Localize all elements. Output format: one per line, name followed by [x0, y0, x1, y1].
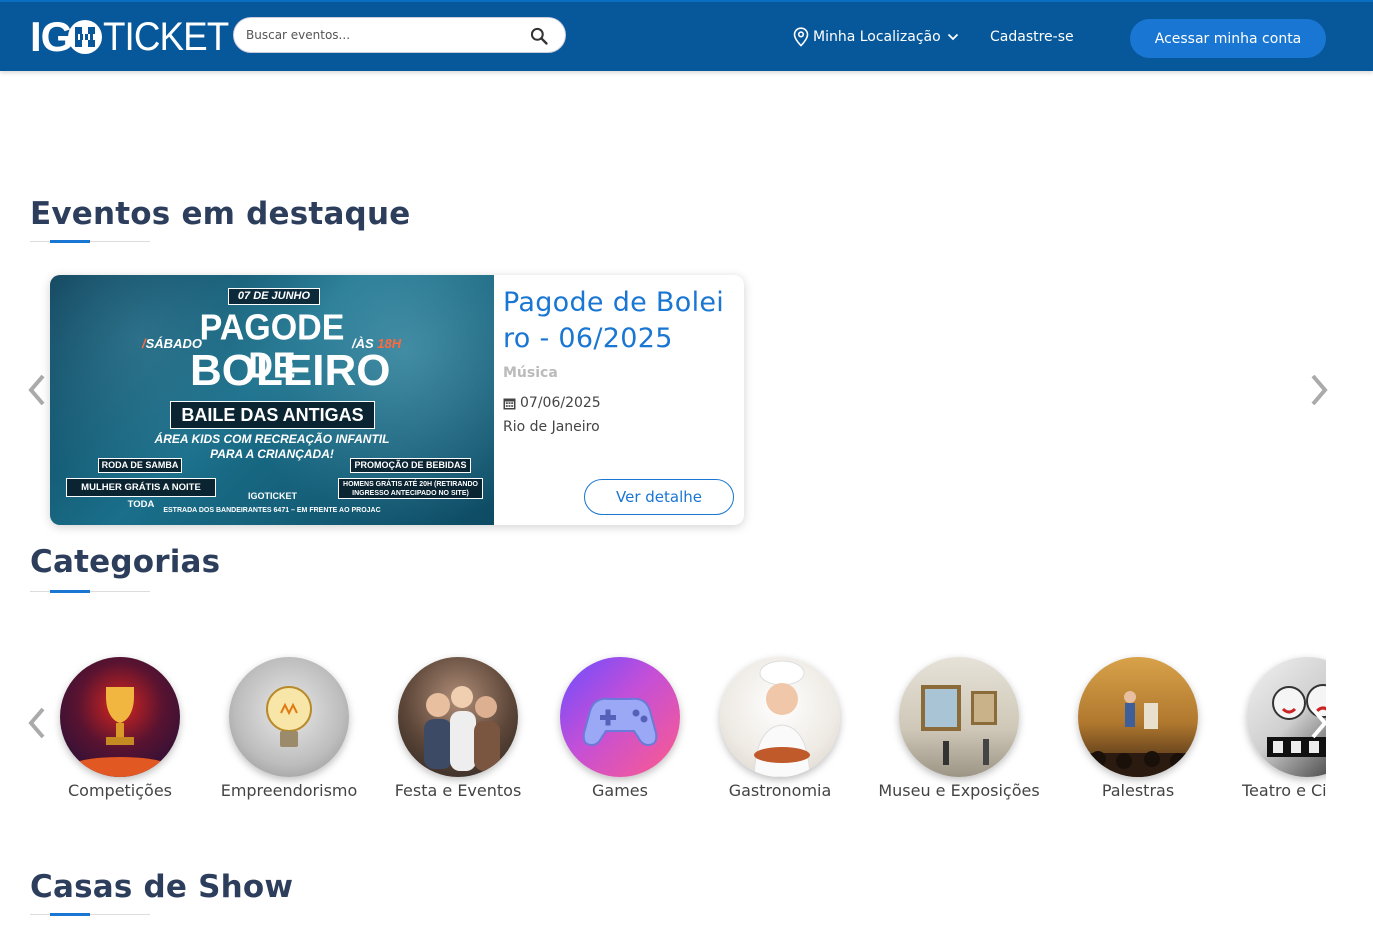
top-navbar: IG TICKET Minha Localização Cadastre-se … [0, 0, 1373, 71]
category-gastronomia[interactable]: Gastronomia [710, 657, 850, 800]
gamepad-icon [582, 697, 658, 747]
category-label: Games [592, 781, 648, 800]
lightbulb-icon [266, 686, 312, 747]
featured-next-arrow-icon[interactable] [1307, 370, 1331, 410]
poster-date: 07 DE JUNHO [228, 288, 320, 305]
category-label: Empreendorismo [220, 781, 358, 800]
event-category: Música [503, 365, 558, 381]
section-underline [30, 913, 150, 916]
category-competicoes[interactable]: Competições [50, 657, 190, 800]
poster-mulher: MULHER GRÁTIS A NOITE TODA [66, 478, 216, 510]
event-poster-image[interactable]: 07 DE JUNHO /SÁBADO /ÀS 18H PAGODE DE BO… [50, 275, 494, 525]
categories-next-arrow-icon[interactable] [1307, 703, 1331, 743]
logo-text-left: IG [30, 13, 73, 60]
login-button[interactable]: Acessar minha conta [1130, 19, 1326, 58]
category-image [1078, 657, 1198, 777]
category-image [60, 657, 180, 777]
featured-event-card[interactable]: 07 DE JUNHO /SÁBADO /ÀS 18H PAGODE DE BO… [50, 275, 744, 525]
section-underline [30, 590, 150, 593]
view-detail-button[interactable]: Ver detalhe [584, 479, 734, 515]
category-label: Museu e Exposições [878, 781, 1040, 800]
trophy-icon [70, 687, 170, 777]
location-label: Minha Localização [813, 29, 941, 45]
event-date-text: 07/06/2025 [520, 395, 601, 411]
category-museu-exposicoes[interactable]: Museu e Exposições [878, 657, 1040, 800]
categories-prev-arrow-icon[interactable] [25, 703, 49, 743]
event-info: Pagode de Boleiro - 06/2025 Música 07/06… [494, 275, 744, 525]
map-pin-icon [793, 27, 809, 47]
speaker-podium-icon [1078, 691, 1198, 777]
category-image [398, 657, 518, 777]
category-festa-eventos[interactable]: Festa e Eventos [387, 657, 529, 800]
signup-link[interactable]: Cadastre-se [990, 29, 1074, 45]
poster-homens: HOMENS GRÁTIS ATÉ 20H (RETIRANDO INGRESS… [338, 478, 483, 499]
qr-logo-icon [68, 20, 103, 54]
featured-prev-arrow-icon[interactable] [25, 370, 49, 410]
category-label: Competições [67, 781, 173, 800]
category-label: Teatro e Cinema [1242, 781, 1326, 800]
category-empreendorismo[interactable]: Empreendorismo [215, 657, 363, 800]
event-city: Rio de Janeiro [503, 419, 600, 435]
category-label: Palestras [1101, 781, 1175, 800]
section-underline [30, 240, 150, 243]
category-carousel: Competições Empreendorismo Festa e Event… [50, 640, 1326, 820]
category-games[interactable]: Games [550, 657, 690, 800]
chef-icon [753, 660, 811, 777]
category-image [560, 657, 680, 777]
category-label: Gastronomia [728, 781, 832, 800]
category-label: Festa e Eventos [394, 781, 522, 800]
search-input[interactable] [246, 26, 516, 44]
shows-section-title: Casas de Show [30, 869, 294, 905]
poster-promo: PROMOÇÃO DE BEBIDAS [350, 458, 471, 473]
poster-address: ESTRADA DOS BANDEIRANTES 6471 – EM FRENT… [163, 507, 381, 514]
search-bar [233, 17, 566, 53]
location-dropdown[interactable]: Minha Localização [793, 27, 963, 47]
logo-text-right: TICKET [103, 15, 229, 59]
category-image [899, 657, 1019, 777]
party-people-icon [424, 686, 500, 771]
categories-section-title: Categorias [30, 544, 221, 580]
search-icon[interactable] [529, 26, 549, 46]
poster-brand: IGOTICKET [248, 491, 297, 501]
category-image [720, 657, 840, 777]
calendar-icon [503, 398, 516, 409]
poster-roda: RODA DE SAMBA [98, 458, 182, 473]
site-logo[interactable]: IG TICKET [30, 16, 240, 58]
poster-line2: BOLEIRO [190, 346, 391, 395]
event-date: 07/06/2025 [503, 395, 601, 411]
museum-gallery-icon [921, 685, 997, 765]
category-image [229, 657, 349, 777]
event-title[interactable]: Pagode de Boleiro - 06/2025 [503, 285, 733, 357]
featured-section-title: Eventos em destaque [30, 196, 411, 232]
chevron-down-icon [947, 33, 958, 41]
poster-subtitle: BAILE DAS ANTIGAS [170, 401, 375, 429]
category-palestras[interactable]: Palestras [1068, 657, 1208, 800]
